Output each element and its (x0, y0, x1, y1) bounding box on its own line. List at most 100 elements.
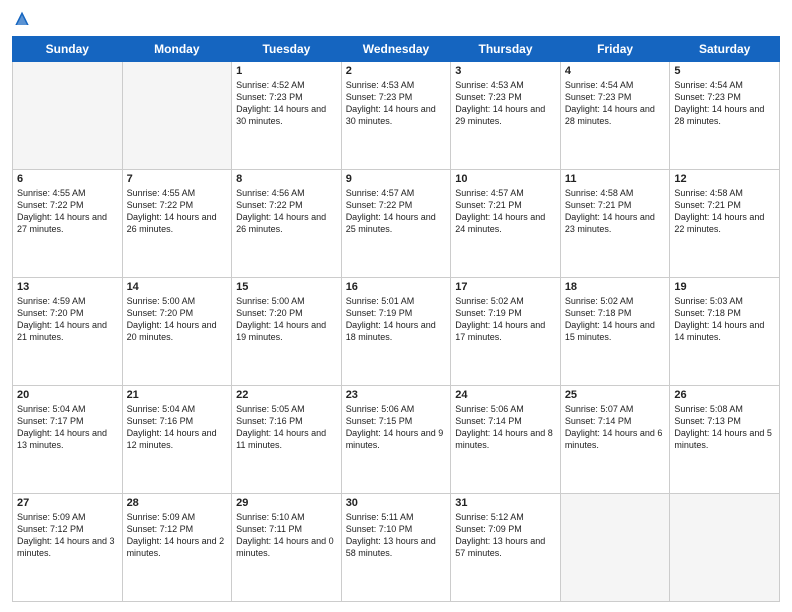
day-number: 13 (17, 281, 118, 293)
day-number: 25 (565, 389, 666, 401)
cell-details: Sunrise: 4:56 AMSunset: 7:22 PMDaylight:… (236, 187, 337, 236)
calendar-cell: 28Sunrise: 5:09 AMSunset: 7:12 PMDayligh… (122, 494, 232, 602)
day-number: 19 (674, 281, 775, 293)
cell-details: Sunrise: 4:53 AMSunset: 7:23 PMDaylight:… (346, 79, 447, 128)
calendar-cell: 21 Sunrise: 5:04 AMSunset: 7:16 PMDayligh… (122, 386, 232, 494)
day-number: 12 (674, 173, 775, 185)
calendar-table: SundayMondayTuesdayWednesdayThursdayFrid… (12, 36, 780, 602)
calendar-week-1: 1Sunrise: 4:52 AMSunset: 7:23 PMDaylight… (13, 62, 780, 170)
calendar-cell (13, 62, 123, 170)
calendar-week-2: 6 Sunrise: 4:55 AMSunset: 7:22 PMDaylight… (13, 170, 780, 278)
calendar-cell: 24 Sunrise: 5:06 AMSunset: 7:14 PMDayligh… (451, 386, 561, 494)
calendar-cell: 29 Sunrise: 5:10 AMSunset: 7:11 PMDayligh… (232, 494, 342, 602)
calendar-cell: 8 Sunrise: 4:56 AMSunset: 7:22 PMDaylight… (232, 170, 342, 278)
calendar-cell: 20Sunrise: 5:04 AMSunset: 7:17 PMDayligh… (13, 386, 123, 494)
calendar-cell: 10 Sunrise: 4:57 AMSunset: 7:21 PMDayligh… (451, 170, 561, 278)
day-header-monday: Monday (122, 37, 232, 62)
calendar-cell: 15Sunrise: 5:00 AMSunset: 7:20 PMDayligh… (232, 278, 342, 386)
calendar-header-row: SundayMondayTuesdayWednesdayThursdayFrid… (13, 37, 780, 62)
cell-details: Sunrise: 5:00 AMSunset: 7:20 PMDaylight:… (127, 295, 228, 344)
cell-details: Sunrise: 5:01 AMSunset: 7:19 PMDaylight:… (346, 295, 447, 344)
cell-details: Sunrise: 4:53 AMSunset: 7:23 PMDaylight:… (455, 79, 556, 128)
cell-details: Sunrise: 5:02 AMSunset: 7:19 PMDaylight:… (455, 295, 556, 344)
day-number: 11 (565, 173, 666, 185)
cell-details: Sunrise: 4:59 AMSunset: 7:20 PMDaylight:… (17, 295, 118, 344)
day-number: 14 (127, 281, 228, 293)
cell-details: Sunrise: 4:57 AMSunset: 7:22 PMDaylight:… (346, 187, 447, 236)
day-number: 18 (565, 281, 666, 293)
day-number: 24 (455, 389, 556, 401)
calendar-cell: 30 Sunrise: 5:11 AMSunset: 7:10 PMDayligh… (341, 494, 451, 602)
calendar-cell: 6 Sunrise: 4:55 AMSunset: 7:22 PMDaylight… (13, 170, 123, 278)
cell-details: Sunrise: 4:55 AMSunset: 7:22 PMDaylight:… (17, 187, 118, 236)
calendar-cell: 12 Sunrise: 4:58 AMSunset: 7:21 PMDayligh… (670, 170, 780, 278)
cell-details: Sunrise: 5:05 AMSunset: 7:16 PMDaylight:… (236, 403, 337, 452)
cell-details: Sunrise: 4:58 AMSunset: 7:21 PMDaylight:… (674, 187, 775, 236)
calendar-cell: 23 Sunrise: 5:06 AMSunset: 7:15 PMDayligh… (341, 386, 451, 494)
day-number: 9 (346, 173, 447, 185)
day-number: 10 (455, 173, 556, 185)
calendar-week-5: 27 Sunrise: 5:09 AMSunset: 7:12 PMDayligh… (13, 494, 780, 602)
cell-details: Sunrise: 5:09 AMSunset: 7:12 PMDaylight:… (127, 511, 228, 560)
day-number: 3 (455, 65, 556, 77)
day-header-wednesday: Wednesday (341, 37, 451, 62)
calendar-cell (122, 62, 232, 170)
calendar-cell: 2 Sunrise: 4:53 AMSunset: 7:23 PMDaylight… (341, 62, 451, 170)
cell-details: Sunrise: 5:06 AMSunset: 7:14 PMDaylight:… (455, 403, 556, 452)
day-number: 26 (674, 389, 775, 401)
cell-details: Sunrise: 5:09 AMSunset: 7:12 PMDaylight:… (17, 511, 118, 560)
day-number: 6 (17, 173, 118, 185)
day-number: 4 (565, 65, 666, 77)
day-header-saturday: Saturday (670, 37, 780, 62)
day-header-sunday: Sunday (13, 37, 123, 62)
day-header-tuesday: Tuesday (232, 37, 342, 62)
cell-details: Sunrise: 5:04 AMSunset: 7:16 PMDaylight:… (127, 403, 228, 452)
calendar-cell: 7 Sunrise: 4:55 AMSunset: 7:22 PMDaylight… (122, 170, 232, 278)
cell-details: Sunrise: 4:58 AMSunset: 7:21 PMDaylight:… (565, 187, 666, 236)
header (12, 10, 780, 30)
calendar-cell: 22 Sunrise: 5:05 AMSunset: 7:16 PMDayligh… (232, 386, 342, 494)
calendar-cell: 17 Sunrise: 5:02 AMSunset: 7:19 PMDayligh… (451, 278, 561, 386)
day-number: 22 (236, 389, 337, 401)
day-number: 29 (236, 497, 337, 509)
cell-details: Sunrise: 5:07 AMSunset: 7:14 PMDaylight:… (565, 403, 666, 452)
day-number: 31 (455, 497, 556, 509)
cell-details: Sunrise: 5:10 AMSunset: 7:11 PMDaylight:… (236, 511, 337, 560)
day-number: 1 (236, 65, 337, 77)
calendar-cell: 4 Sunrise: 4:54 AMSunset: 7:23 PMDaylight… (560, 62, 670, 170)
day-number: 7 (127, 173, 228, 185)
cell-details: Sunrise: 4:54 AMSunset: 7:23 PMDaylight:… (674, 79, 775, 128)
calendar-cell: 11 Sunrise: 4:58 AMSunset: 7:21 PMDayligh… (560, 170, 670, 278)
cell-details: Sunrise: 5:03 AMSunset: 7:18 PMDaylight:… (674, 295, 775, 344)
calendar-cell (670, 494, 780, 602)
calendar-cell: 5 Sunrise: 4:54 AMSunset: 7:23 PMDaylight… (670, 62, 780, 170)
calendar-cell: 13 Sunrise: 4:59 AMSunset: 7:20 PMDayligh… (13, 278, 123, 386)
cell-details: Sunrise: 4:55 AMSunset: 7:22 PMDaylight:… (127, 187, 228, 236)
day-number: 8 (236, 173, 337, 185)
day-number: 15 (236, 281, 337, 293)
cell-details: Sunrise: 5:06 AMSunset: 7:15 PMDaylight:… (346, 403, 447, 452)
day-number: 5 (674, 65, 775, 77)
calendar-cell: 27 Sunrise: 5:09 AMSunset: 7:12 PMDayligh… (13, 494, 123, 602)
logo-icon (12, 10, 32, 30)
day-number: 27 (17, 497, 118, 509)
calendar-cell: 25 Sunrise: 5:07 AMSunset: 7:14 PMDayligh… (560, 386, 670, 494)
calendar-cell: 26 Sunrise: 5:08 AMSunset: 7:13 PMDayligh… (670, 386, 780, 494)
calendar-cell: 31 Sunrise: 5:12 AMSunset: 7:09 PMDayligh… (451, 494, 561, 602)
cell-details: Sunrise: 5:12 AMSunset: 7:09 PMDaylight:… (455, 511, 556, 560)
calendar-cell: 18 Sunrise: 5:02 AMSunset: 7:18 PMDayligh… (560, 278, 670, 386)
cell-details: Sunrise: 5:11 AMSunset: 7:10 PMDaylight:… (346, 511, 447, 560)
cell-details: Sunrise: 5:08 AMSunset: 7:13 PMDaylight:… (674, 403, 775, 452)
day-number: 21 (127, 389, 228, 401)
day-number: 30 (346, 497, 447, 509)
cell-details: Sunrise: 4:57 AMSunset: 7:21 PMDaylight:… (455, 187, 556, 236)
calendar-cell: 3 Sunrise: 4:53 AMSunset: 7:23 PMDaylight… (451, 62, 561, 170)
day-number: 17 (455, 281, 556, 293)
cell-details: Sunrise: 4:54 AMSunset: 7:23 PMDaylight:… (565, 79, 666, 128)
day-number: 23 (346, 389, 447, 401)
cell-details: Sunrise: 5:02 AMSunset: 7:18 PMDaylight:… (565, 295, 666, 344)
day-number: 2 (346, 65, 447, 77)
calendar-cell (560, 494, 670, 602)
calendar-cell: 19 Sunrise: 5:03 AMSunset: 7:18 PMDayligh… (670, 278, 780, 386)
day-header-friday: Friday (560, 37, 670, 62)
